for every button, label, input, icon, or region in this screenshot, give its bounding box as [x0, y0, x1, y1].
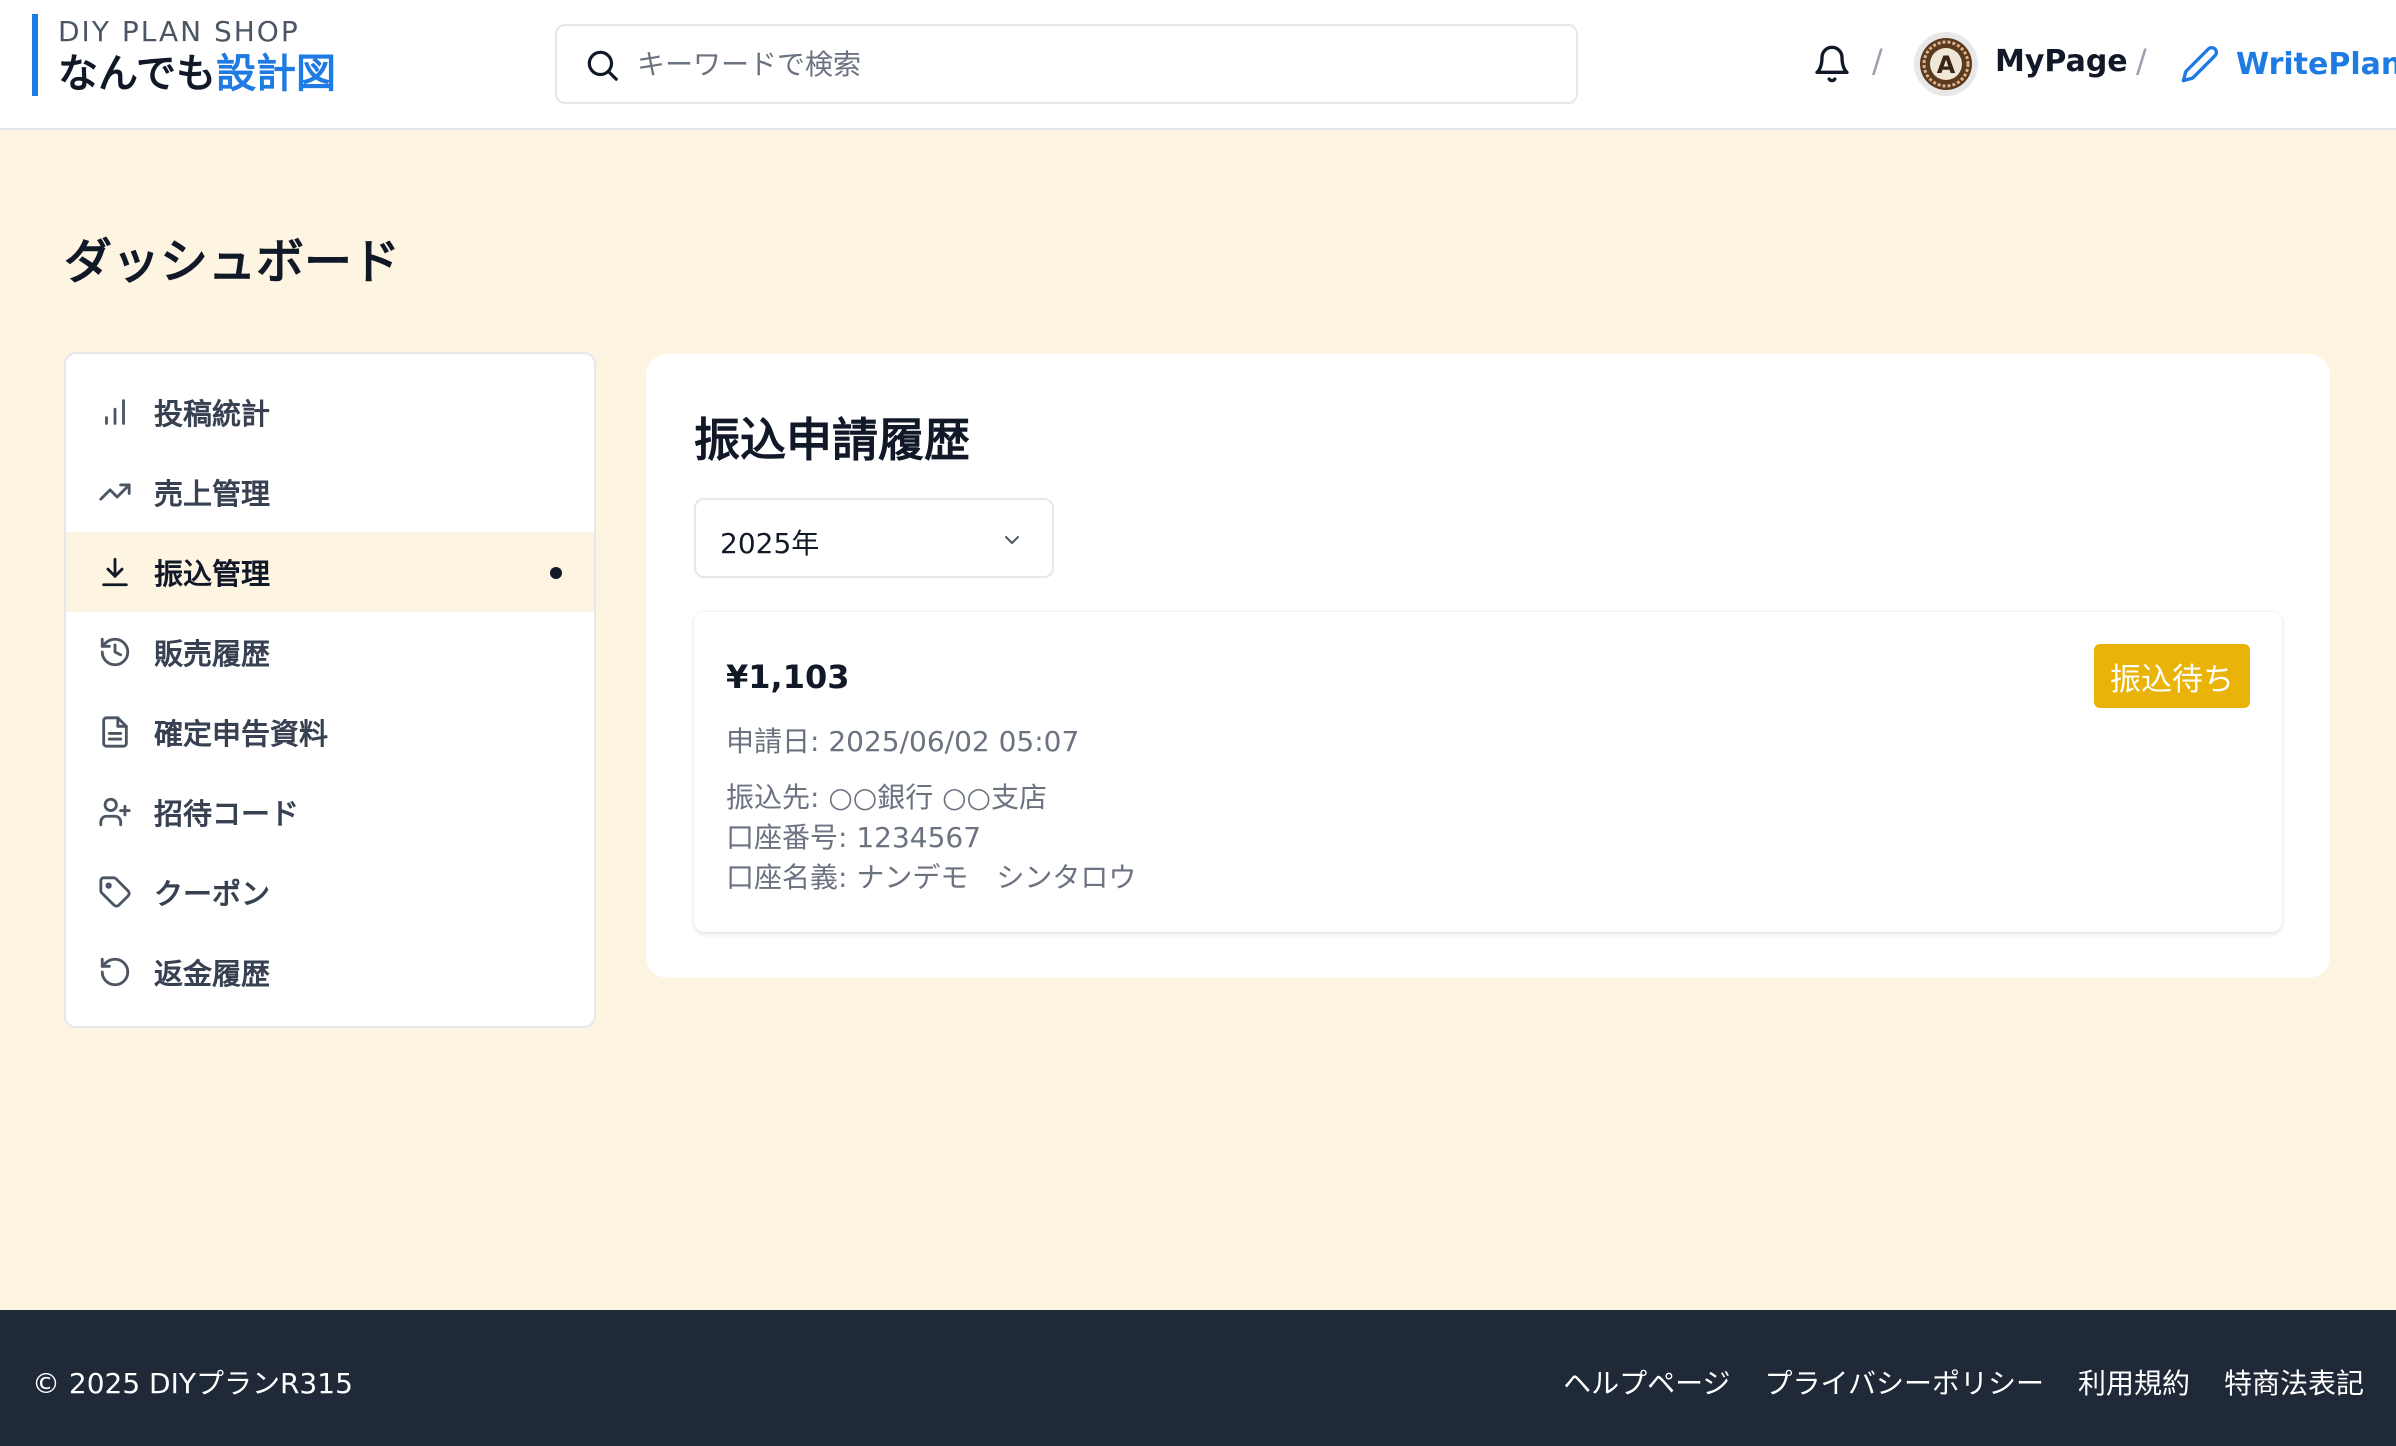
- rotate-ccw-icon: [100, 957, 130, 987]
- chevron-down-icon: [1005, 536, 1019, 544]
- sidebar-item-label: 振込管理: [154, 557, 271, 591]
- search-box: [555, 24, 1578, 104]
- document-icon: [102, 716, 128, 748]
- writeplan-link[interactable]: WritePlan: [2180, 40, 2396, 88]
- logo-title-accent: 設計図: [216, 51, 336, 97]
- sidebar-item-sales[interactable]: 売上管理: [66, 452, 594, 532]
- sidebar-item-label: 返金履歴: [154, 957, 271, 991]
- transfer-request-card: ¥1,103 振込待ち 申請日: 2025/06/02 05:07 振込先: ○…: [694, 612, 2282, 932]
- sidebar-item-tax-documents[interactable]: 確定申告資料: [66, 692, 594, 772]
- bank-info: 振込先: ○○銀行 ○○支店: [726, 781, 1047, 814]
- sidebar-item-refund-history[interactable]: 返金履歴: [66, 932, 594, 1012]
- active-indicator-dot: [550, 567, 562, 579]
- footer-links: ヘルプページ プライバシーポリシー 利用規約 特商法表記: [1529, 1362, 2364, 1402]
- user-plus-icon: [99, 797, 131, 827]
- writeplan-label: WritePlan: [2236, 46, 2396, 82]
- sidebar-item-label: 確定申告資料: [154, 717, 329, 751]
- year-select-value: 2025年: [720, 527, 820, 560]
- copyright-text: © 2025 DIYプランR315: [32, 1367, 353, 1400]
- account-name: 口座名義: ナンデモ シンタロウ: [726, 861, 1137, 894]
- sidebar-item-label: 招待コード: [154, 797, 300, 831]
- year-select[interactable]: 2025年: [694, 498, 1054, 578]
- bell-icon[interactable]: [1812, 42, 1852, 86]
- trending-up-icon: [99, 483, 131, 501]
- sidebar-item-label: クーポン: [154, 877, 271, 911]
- site-footer: © 2025 DIYプランR315 ヘルプページ プライバシーポリシー 利用規約…: [0, 1310, 2396, 1446]
- mypage-link[interactable]: MyPage: [1995, 44, 2128, 79]
- download-icon: [102, 557, 128, 587]
- footer-link-commerce-law[interactable]: 特商法表記: [2224, 1362, 2364, 1402]
- history-icon: [100, 637, 130, 667]
- avatar[interactable]: A: [1914, 32, 1978, 96]
- logo-title-main: なんでも: [58, 51, 216, 97]
- sidebar-item-transfer[interactable]: 振込管理: [66, 532, 594, 612]
- header-separator: /: [1872, 42, 1883, 80]
- bar-chart-icon: [105, 399, 125, 425]
- tag-icon: [99, 876, 131, 908]
- sidebar-item-invite-code[interactable]: 招待コード: [66, 772, 594, 852]
- top-header: DIY PLAN SHOP なんでも設計図 / A MyPage / Write…: [0, 0, 2396, 130]
- search-icon: [587, 50, 618, 81]
- sidebar-item-label: 販売履歴: [154, 637, 271, 671]
- logo-title: なんでも設計図: [58, 50, 336, 98]
- sidebar-item-coupon[interactable]: クーポン: [66, 852, 594, 932]
- avatar-letter: A: [1937, 51, 1956, 79]
- logo-subtitle: DIY PLAN SHOP: [58, 15, 300, 48]
- footer-link-terms[interactable]: 利用規約: [2078, 1362, 2190, 1402]
- sidebar-item-post-stats[interactable]: 投稿統計: [66, 372, 594, 452]
- sidebar-nav: 投稿統計 売上管理 振込管理 販売履歴 確定申告資料 招待コード クーポン 返金…: [64, 352, 596, 1028]
- footer-link-privacy[interactable]: プライバシーポリシー: [1765, 1362, 2044, 1402]
- site-logo[interactable]: DIY PLAN SHOP なんでも設計図: [32, 14, 336, 98]
- panel-title: 振込申請履歴: [694, 413, 970, 467]
- status-badge: 振込待ち: [2094, 644, 2250, 708]
- sidebar-item-label: 投稿統計: [154, 397, 271, 431]
- header-separator: /: [2136, 42, 2147, 80]
- transfer-amount: ¥1,103: [726, 658, 850, 696]
- transfer-history-panel: 振込申請履歴 2025年 ¥1,103 振込待ち 申請日: 2025/06/02…: [646, 354, 2330, 978]
- account-number: 口座番号: 1234567: [726, 821, 982, 854]
- request-date: 申請日: 2025/06/02 05:07: [726, 725, 1080, 758]
- pencil-icon: [2181, 45, 2219, 83]
- avatar-image: A: [1920, 38, 1972, 90]
- page-title: ダッシュボード: [64, 234, 401, 290]
- sidebar-item-sales-history[interactable]: 販売履歴: [66, 612, 594, 692]
- footer-link-help[interactable]: ヘルプページ: [1563, 1362, 1730, 1402]
- sidebar-item-label: 売上管理: [154, 477, 271, 511]
- search-input[interactable]: [637, 38, 1537, 90]
